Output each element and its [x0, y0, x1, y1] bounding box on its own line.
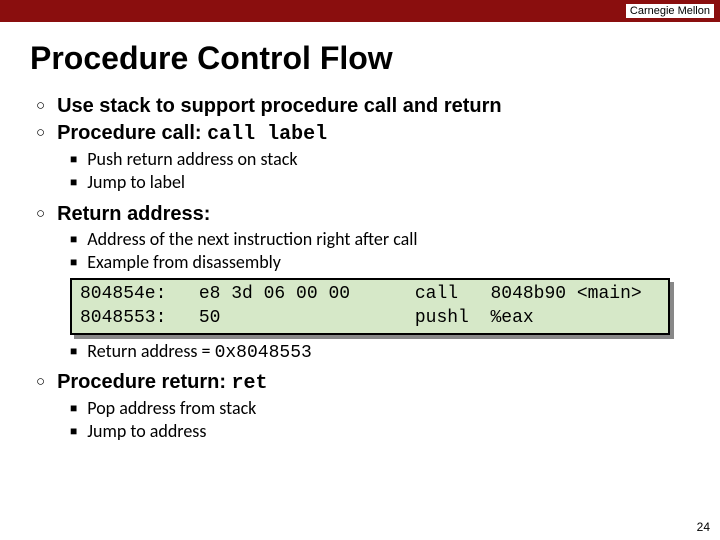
code-line: 8048553: 50 pushl %eax: [80, 306, 660, 330]
page-number: 24: [697, 520, 710, 534]
circle-bullet-icon: ○: [36, 373, 45, 390]
bullet-text: Push return address on stack: [87, 148, 297, 170]
text-part: Return address =: [87, 340, 214, 362]
bullet-text: Return address = 0x8048553: [87, 340, 312, 363]
square-bullet-icon: ■: [70, 344, 77, 359]
header-bar: Carnegie Mellon: [0, 0, 720, 22]
bullet-procedure-call: ○ Procedure call: call label: [36, 122, 690, 146]
bullet-text: Pop address from stack: [87, 397, 256, 419]
subbullet-next-instruction: ■ Address of the next instruction right …: [70, 228, 690, 250]
circle-bullet-icon: ○: [36, 124, 45, 141]
subbullet-push-return: ■ Push return address on stack: [70, 148, 690, 170]
bullet-text: Procedure return: ret: [57, 371, 268, 395]
square-bullet-icon: ■: [70, 424, 77, 439]
disassembly-code-box: 804854e: e8 3d 06 00 00 call 8048b90 <ma…: [70, 278, 670, 335]
bullet-use-stack: ○ Use stack to support procedure call an…: [36, 95, 690, 118]
circle-bullet-icon: ○: [36, 205, 45, 222]
university-badge: Carnegie Mellon: [626, 4, 714, 18]
subbullet-pop-address: ■ Pop address from stack: [70, 397, 690, 419]
code-line: 804854e: e8 3d 06 00 00 call 8048b90 <ma…: [80, 282, 660, 306]
code-inline: call label: [207, 123, 327, 146]
square-bullet-icon: ■: [70, 152, 77, 167]
bullet-text: Jump to address: [87, 420, 206, 442]
bullet-text: Procedure call: call label: [57, 122, 327, 146]
bullet-return-address: ○ Return address:: [36, 203, 690, 226]
bullet-text: Return address:: [57, 203, 210, 226]
square-bullet-icon: ■: [70, 175, 77, 190]
text-part: Procedure call:: [57, 122, 207, 144]
code-inline: 0x8048553: [215, 343, 312, 363]
subbullet-example-disassembly: ■ Example from disassembly: [70, 251, 690, 273]
subbullet-return-addr-value: ■ Return address = 0x8048553: [70, 340, 690, 363]
code-inline: ret: [232, 372, 268, 395]
subbullet-jump-label: ■ Jump to label: [70, 171, 690, 193]
circle-bullet-icon: ○: [36, 97, 45, 114]
bullet-text: Use stack to support procedure call and …: [57, 95, 502, 118]
square-bullet-icon: ■: [70, 401, 77, 416]
slide-content: Procedure Control Flow ○ Use stack to su…: [0, 22, 720, 442]
bullet-procedure-return: ○ Procedure return: ret: [36, 371, 690, 395]
text-part: Procedure return:: [57, 371, 231, 393]
square-bullet-icon: ■: [70, 232, 77, 247]
slide-title: Procedure Control Flow: [30, 40, 690, 77]
subbullet-jump-address: ■ Jump to address: [70, 420, 690, 442]
bullet-text: Example from disassembly: [87, 251, 281, 273]
square-bullet-icon: ■: [70, 255, 77, 270]
bullet-text: Jump to label: [87, 171, 185, 193]
bullet-text: Address of the next instruction right af…: [87, 228, 417, 250]
